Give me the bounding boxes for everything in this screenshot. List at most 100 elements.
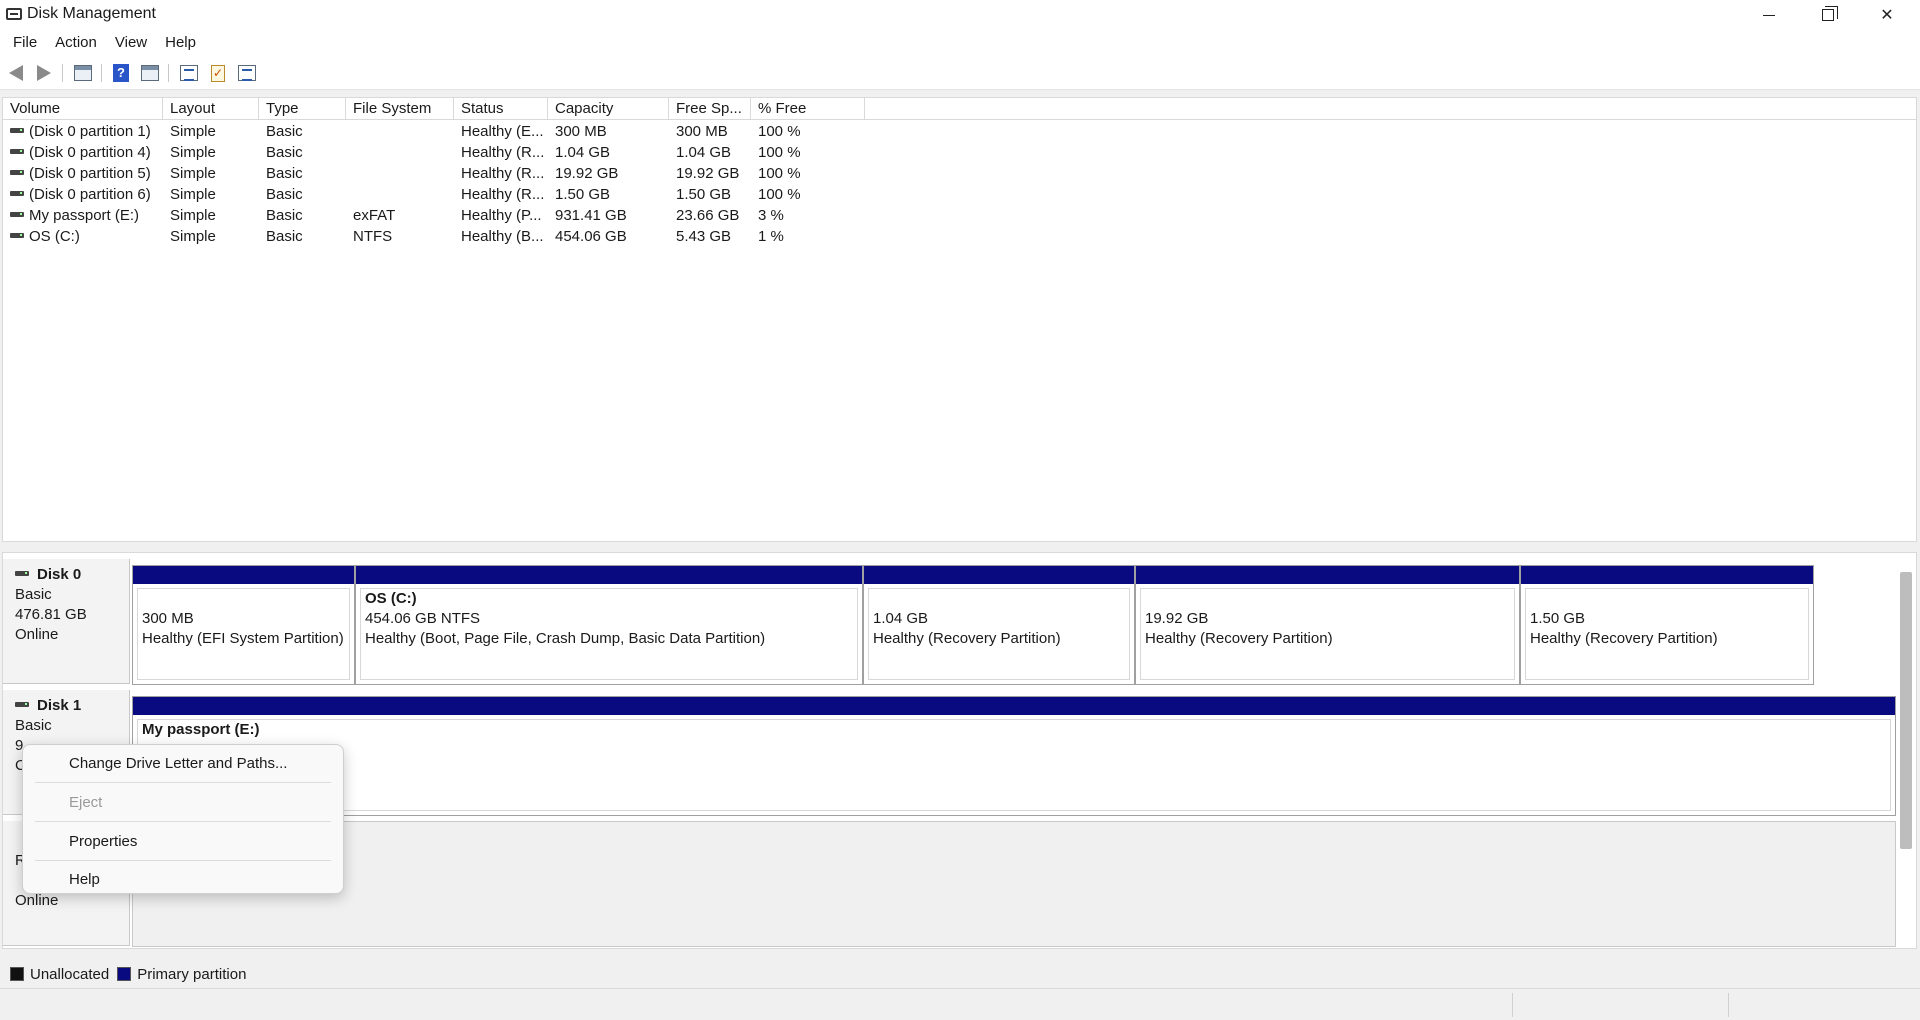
- console-tree-button[interactable]: [72, 63, 94, 83]
- cell-status: Healthy (R...: [461, 165, 545, 182]
- disk-pane-scrollbar[interactable]: [1900, 572, 1912, 849]
- menu-item-properties[interactable]: Properties: [27, 826, 339, 858]
- cell-status: Healthy (E...: [461, 123, 544, 140]
- disk-0-partition-recovery-1[interactable]: 1.04 GB Healthy (Recovery Partition): [863, 565, 1135, 685]
- column-header-percent-free[interactable]: % Free: [751, 98, 865, 120]
- menu-action[interactable]: Action: [46, 30, 106, 56]
- minimize-button[interactable]: [1740, 0, 1798, 30]
- action-pane-button[interactable]: [139, 63, 161, 83]
- partition-status: Healthy (EFI System Partition): [142, 630, 344, 647]
- table-row[interactable]: (Disk 0 partition 4) Simple Basic Healthy (…: [3, 142, 863, 163]
- cell-layout: Simple: [170, 165, 216, 182]
- cell-status: Healthy (R...: [461, 144, 545, 161]
- partition-title: OS (C:): [365, 590, 417, 607]
- volume-icon: [10, 149, 24, 154]
- disk-0-size: 476.81 GB: [15, 606, 87, 623]
- disk-0-type: Basic: [15, 586, 52, 603]
- column-header-capacity[interactable]: Capacity: [548, 98, 669, 120]
- volume-icon: [10, 212, 24, 217]
- partition-size: 1.04 GB: [873, 610, 929, 627]
- help-button[interactable]: ?: [110, 63, 132, 83]
- volume-list[interactable]: Volume Layout Type File System Status Ca…: [2, 97, 1917, 542]
- column-header-layout[interactable]: Layout: [163, 98, 259, 120]
- menu-help[interactable]: Help: [156, 30, 205, 56]
- disk-2-area: [132, 821, 1896, 947]
- properties-list-icon: [238, 65, 256, 81]
- cell-capacity: 931.41 GB: [555, 207, 627, 224]
- disk-management-icon: [6, 8, 22, 20]
- properties-list-button[interactable]: [236, 63, 258, 83]
- cell-status: Healthy (R...: [461, 186, 545, 203]
- toolbar: ? ✓: [0, 56, 1920, 90]
- cell-file-system: exFAT: [353, 207, 396, 224]
- disk-1-partition-my-passport[interactable]: My passport (E:): [132, 696, 1896, 816]
- partition-size: 19.92 GB: [1145, 610, 1209, 627]
- cell-percent-free: 100 %: [758, 123, 801, 140]
- menu-file[interactable]: File: [4, 30, 46, 56]
- cell-capacity: 300 MB: [555, 123, 607, 140]
- column-header-type[interactable]: Type: [259, 98, 346, 120]
- table-row[interactable]: OS (C:) Simple Basic NTFS Healthy (B... 454.0…: [3, 226, 863, 247]
- rescan-disks-icon: [180, 65, 198, 81]
- volume-table-header: Volume Layout Type File System Status Ca…: [3, 98, 1916, 120]
- column-header-status[interactable]: Status: [454, 98, 548, 120]
- partition-size: 1.50 GB: [1530, 610, 1586, 627]
- cell-type: Basic: [266, 186, 303, 203]
- table-row[interactable]: (Disk 0 partition 1) Simple Basic Healthy (…: [3, 121, 863, 142]
- legend-unallocated: Unallocated: [10, 966, 109, 983]
- table-row[interactable]: (Disk 0 partition 5) Simple Basic Healthy (…: [3, 163, 863, 184]
- table-row[interactable]: My passport (E:) Simple Basic exFAT Healthy …: [3, 205, 863, 226]
- pane-splitter[interactable]: [0, 542, 1920, 552]
- menu-item-help[interactable]: Help: [27, 864, 339, 896]
- context-menu: Change Drive Letter and Paths... Eject P…: [22, 744, 344, 894]
- menu-view[interactable]: View: [106, 30, 156, 56]
- forward-button[interactable]: [33, 63, 55, 83]
- partition-status: Healthy (Recovery Partition): [1530, 630, 1718, 647]
- cell-layout: Simple: [170, 186, 216, 203]
- column-header-free-space[interactable]: Free Sp...: [669, 98, 751, 120]
- volume-icon: [10, 191, 24, 196]
- primary-partition-bar: [356, 566, 862, 584]
- cell-capacity: 454.06 GB: [555, 228, 627, 245]
- cell-file-system: [346, 184, 454, 205]
- disk-0-label[interactable]: Disk 0 Basic 476.81 GB Online: [3, 559, 130, 684]
- primary-partition-swatch: [117, 967, 132, 981]
- back-button[interactable]: [5, 63, 27, 83]
- disk-0-state: Online: [15, 626, 59, 643]
- cell-layout: Simple: [170, 207, 216, 224]
- hard-disk-icon: [15, 571, 29, 576]
- cell-file-system: [346, 142, 454, 163]
- unallocated-swatch: [10, 967, 24, 981]
- disk-0-partition-recovery-2[interactable]: 19.92 GB Healthy (Recovery Partition): [1135, 565, 1520, 685]
- disk-0-partition-efi[interactable]: 300 MB Healthy (EFI System Partition): [132, 565, 355, 685]
- disk-0-partition-os[interactable]: OS (C:) 454.06 GB NTFS Healthy (Boot, Pa…: [355, 565, 863, 685]
- back-arrow-icon: [9, 65, 23, 81]
- column-header-volume[interactable]: Volume: [3, 98, 163, 120]
- partition-status: Healthy (Recovery Partition): [873, 630, 1061, 647]
- close-button[interactable]: ✕: [1858, 0, 1916, 30]
- cell-percent-free: 1 %: [758, 228, 784, 245]
- cell-free-space: 300 MB: [676, 123, 728, 140]
- cell-free-space: 1.50 GB: [676, 186, 732, 203]
- cell-type: Basic: [266, 228, 303, 245]
- cell-free-space: 1.04 GB: [676, 144, 732, 161]
- disk-0-partition-recovery-3[interactable]: 1.50 GB Healthy (Recovery Partition): [1520, 565, 1814, 685]
- cell-volume: (Disk 0 partition 5): [3, 163, 163, 184]
- cell-capacity: 1.04 GB: [555, 144, 611, 161]
- disk-1-type: Basic: [15, 717, 52, 734]
- primary-partition-bar: [133, 697, 1895, 715]
- restore-icon: [1822, 6, 1838, 21]
- restore-button[interactable]: [1799, 0, 1857, 30]
- rescan-button[interactable]: [178, 63, 200, 83]
- disk-1-name: Disk 1: [15, 696, 129, 716]
- show-hide-action-pane-icon: [141, 65, 159, 81]
- cell-capacity: 19.92 GB: [555, 165, 619, 182]
- column-header-file-system[interactable]: File System: [346, 98, 454, 120]
- cell-free-space: 5.43 GB: [676, 228, 732, 245]
- table-row[interactable]: (Disk 0 partition 6) Simple Basic Healthy (…: [3, 184, 863, 205]
- checklist-button[interactable]: ✓: [207, 63, 229, 83]
- menu-item-change-drive-letter[interactable]: Change Drive Letter and Paths...: [27, 748, 339, 780]
- window-title: Disk Management: [27, 5, 156, 22]
- primary-partition-bar: [133, 566, 354, 584]
- cell-file-system: [346, 163, 454, 184]
